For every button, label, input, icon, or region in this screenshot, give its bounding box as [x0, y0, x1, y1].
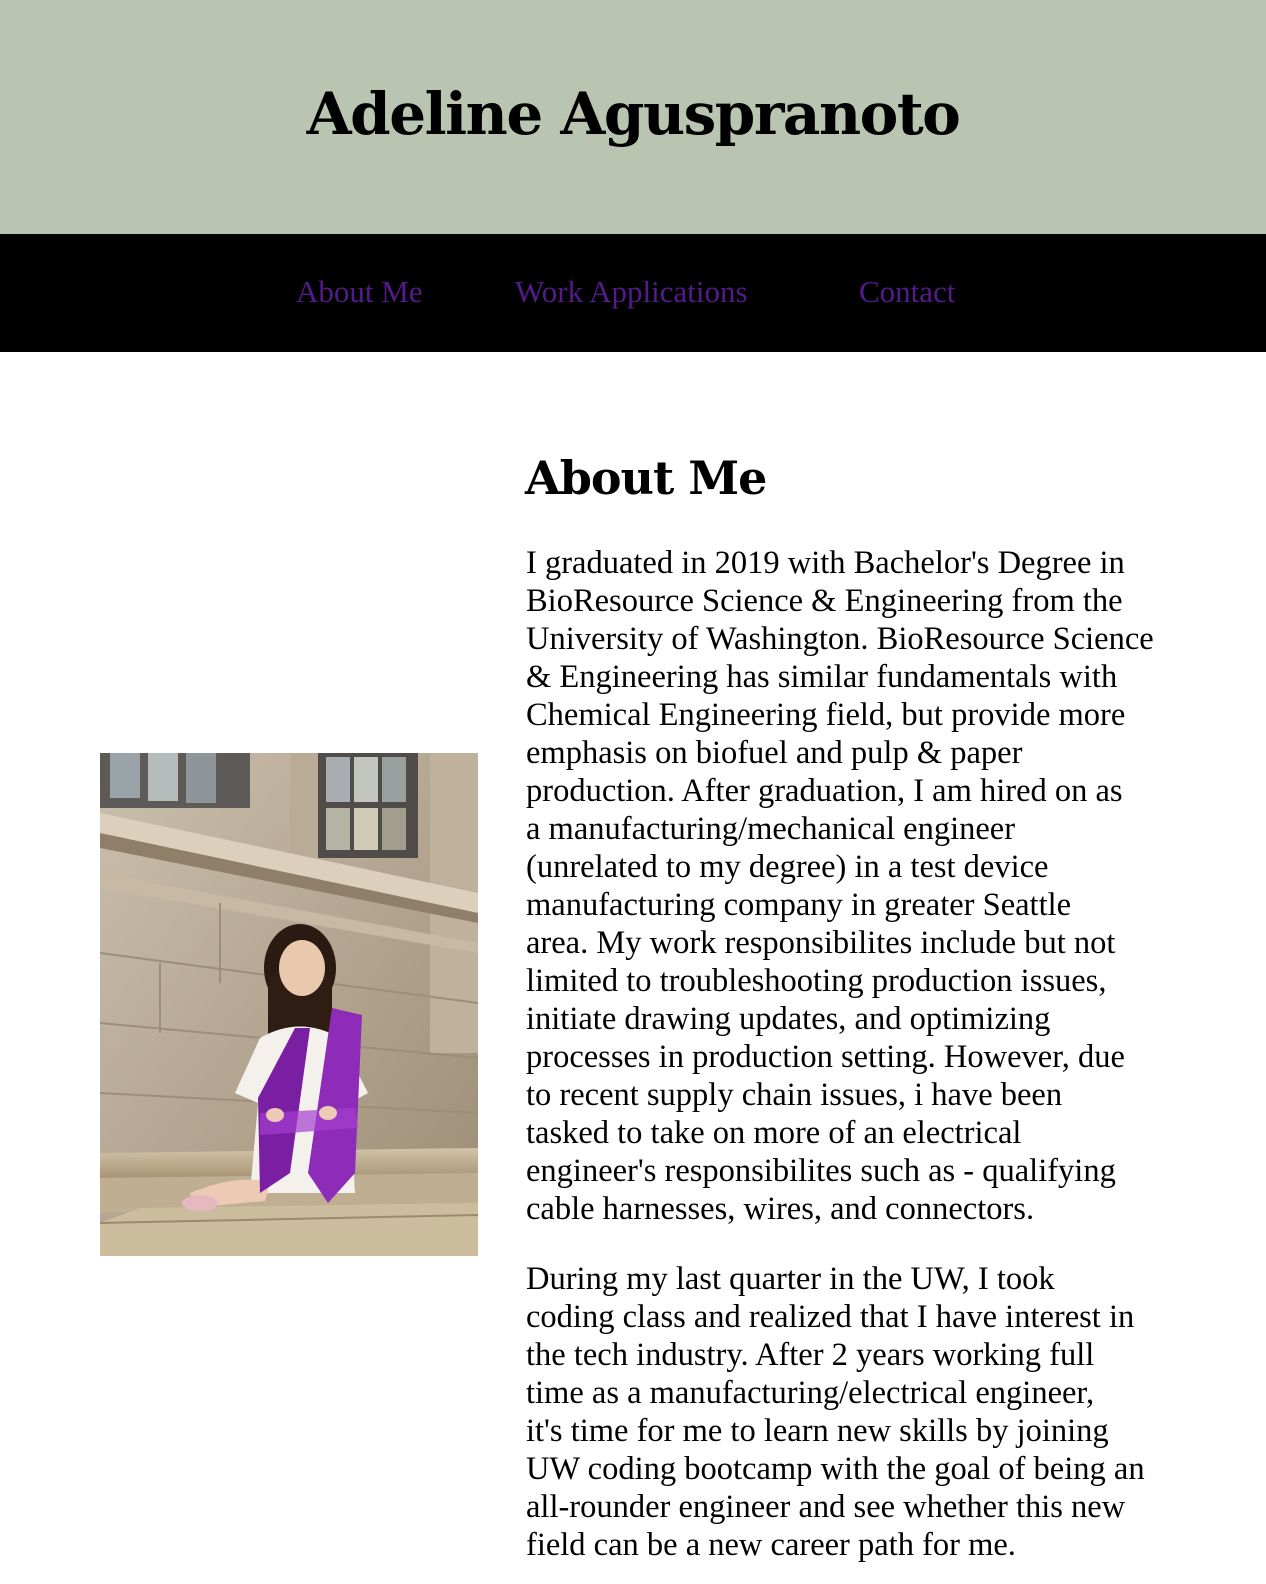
paragraph-line: time as a manufacturing/electrical engin… — [526, 1375, 1095, 1411]
profile-photo — [100, 753, 478, 1256]
paragraph-line: UW coding bootcamp with the goal of bein… — [526, 1451, 1145, 1487]
paragraph-line: & Engineering has similar fundamentals w… — [526, 659, 1118, 695]
paragraph-line: production. After graduation, I am hired… — [526, 773, 1123, 809]
paragraph-line: University of Washington. BioResource Sc… — [526, 621, 1154, 657]
paragraph-line: the tech industry. After 2 years working… — [526, 1337, 1095, 1373]
paragraph-line: it's time for me to learn new skills by … — [526, 1413, 1109, 1449]
paragraph-line: field can be a new career path for me. — [526, 1527, 1016, 1563]
paragraph-line: tasked to take on more of an electrical — [526, 1115, 1022, 1151]
about-paragraph-1: I graduated in 2019 with Bachelor's Degr… — [526, 544, 1206, 1228]
paragraph-line: cable harnesses, wires, and connectors. — [526, 1191, 1035, 1227]
paragraph-line: area. My work responsibilites include bu… — [526, 925, 1116, 961]
paragraph-line: to recent supply chain issues, i have be… — [526, 1077, 1063, 1113]
paragraph-line: (unrelated to my degree) in a test devic… — [526, 849, 1049, 885]
main-nav: About Me Work Applications Contact — [0, 234, 1266, 352]
nav-link-contact[interactable]: Contact — [859, 274, 955, 310]
paragraph-line: all-rounder engineer and see whether thi… — [526, 1489, 1126, 1525]
paragraph-line: emphasis on biofuel and pulp & paper — [526, 735, 1023, 771]
site-header: Adeline Aguspranoto — [0, 0, 1266, 234]
paragraph-line: processes in production setting. However… — [526, 1039, 1125, 1075]
nav-link-about-me[interactable]: About Me — [296, 274, 423, 310]
paragraph-line: manufacturing company in greater Seattle — [526, 887, 1072, 923]
paragraph-line: limited to troubleshooting production is… — [526, 963, 1107, 999]
paragraph-line: initiate drawing updates, and optimizing — [526, 1001, 1051, 1037]
paragraph-line: I graduated in 2019 with Bachelor's Degr… — [526, 545, 1125, 581]
nav-link-work-applications[interactable]: Work Applications — [515, 274, 748, 310]
about-paragraph-2: During my last quarter in the UW, I took… — [526, 1260, 1206, 1564]
about-heading: About Me — [525, 451, 767, 505]
paragraph-line: engineer's responsibilites such as - qua… — [526, 1153, 1116, 1189]
paragraph-line: Chemical Engineering field, but provide … — [526, 697, 1126, 733]
paragraph-line: a manufacturing/mechanical engineer — [526, 811, 1016, 847]
paragraph-line: BioResource Science & Engineering from t… — [526, 583, 1123, 619]
site-title: Adeline Aguspranoto — [306, 80, 961, 148]
paragraph-line: During my last quarter in the UW, I took — [526, 1261, 1055, 1297]
paragraph-line: coding class and realized that I have in… — [526, 1299, 1135, 1335]
